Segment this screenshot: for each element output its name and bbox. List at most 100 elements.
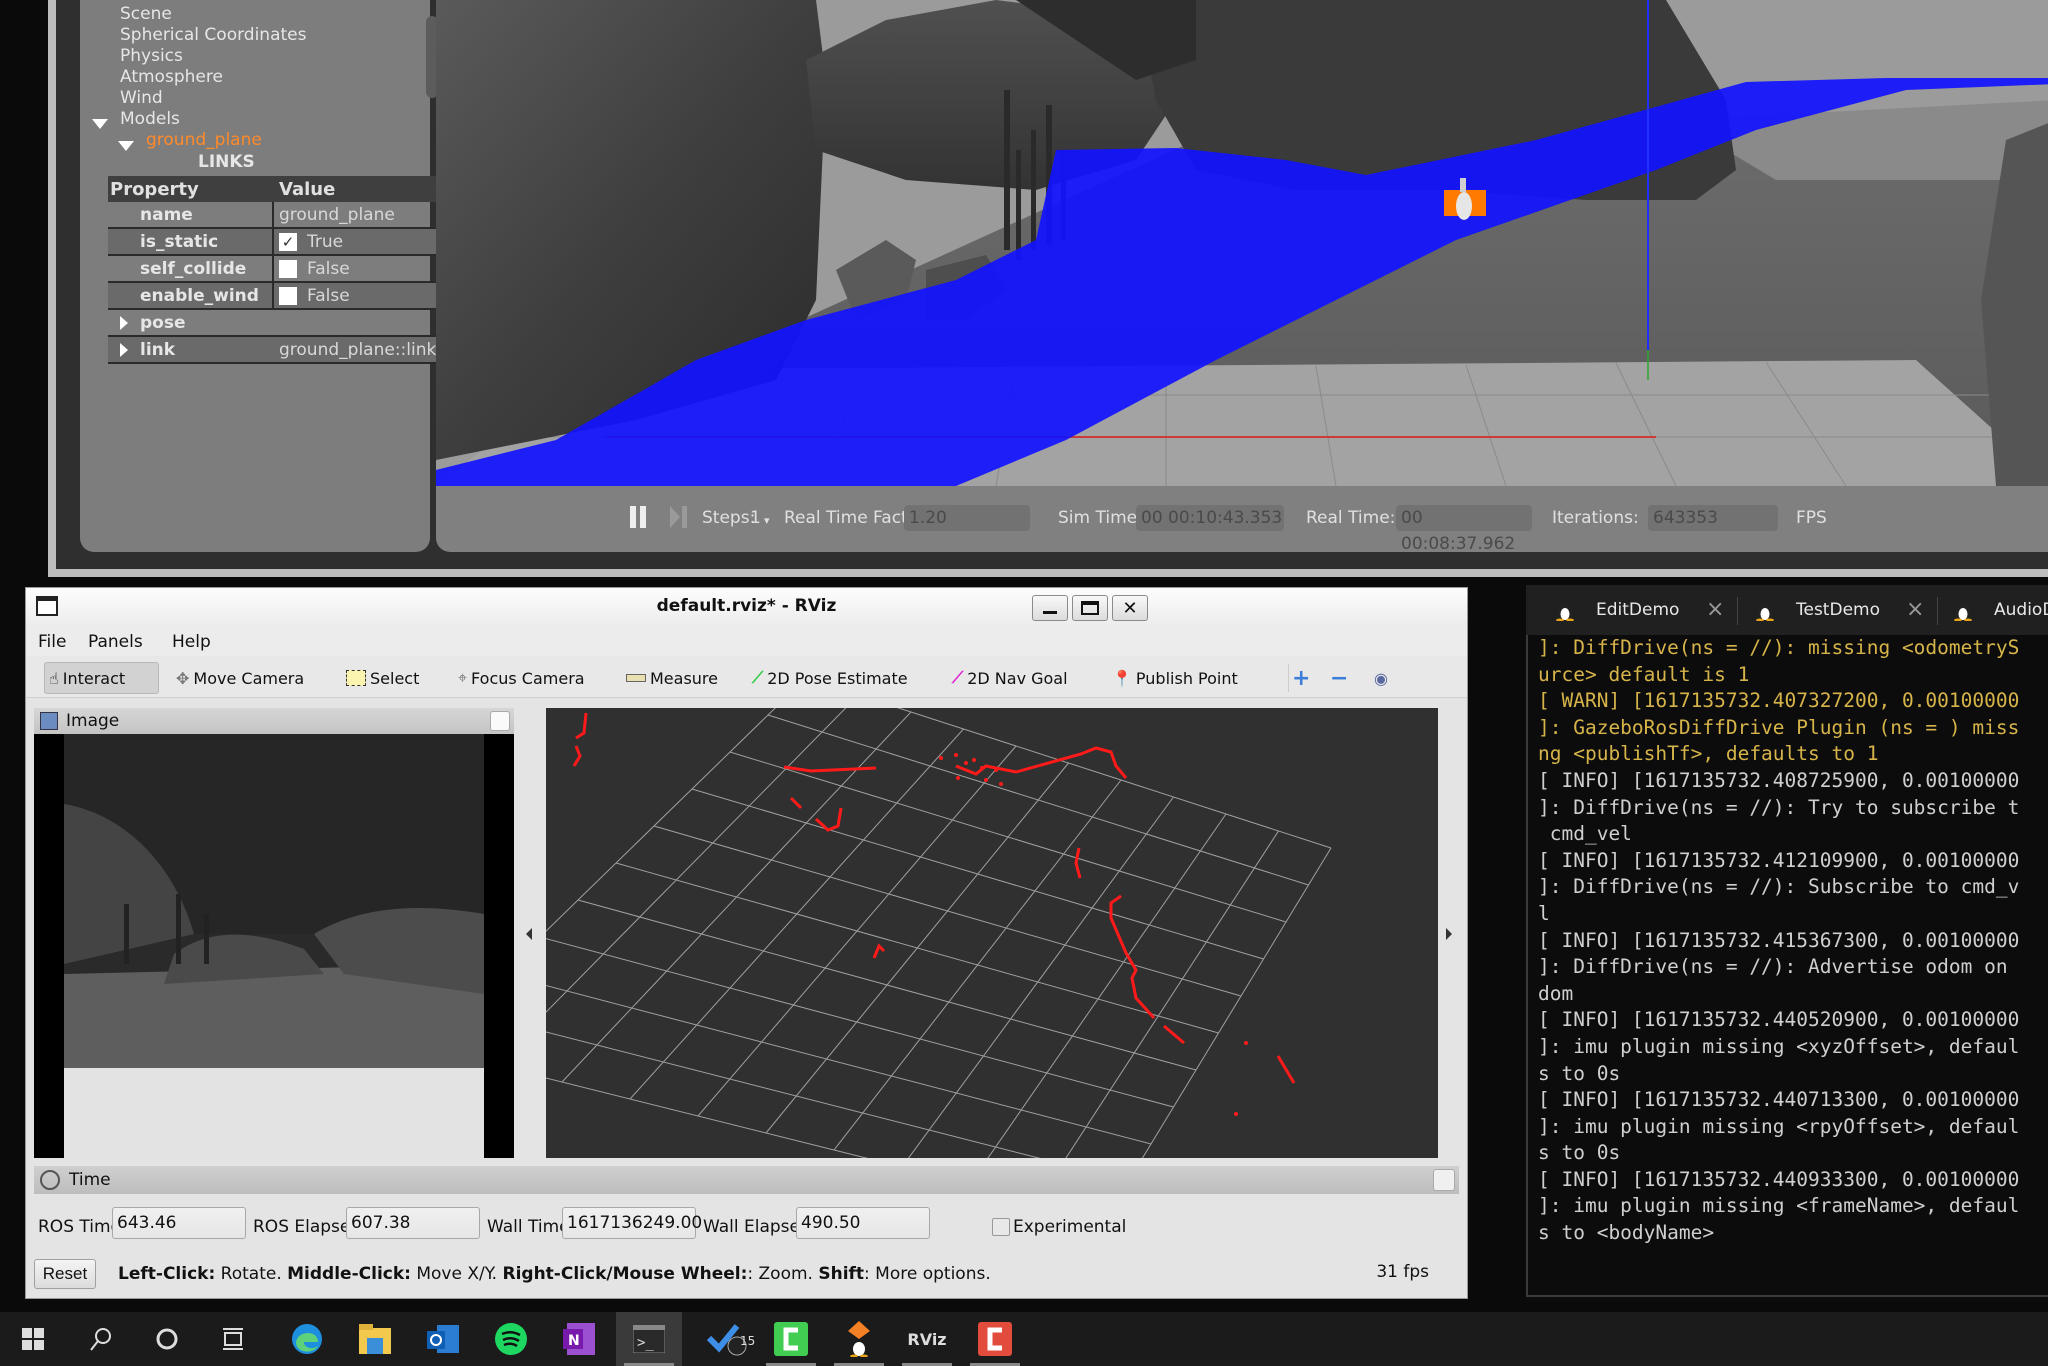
taskbar-file-explorer[interactable] xyxy=(342,1312,408,1366)
add-tool-button[interactable]: + xyxy=(1288,662,1314,694)
terminal-window: EditDemo × TestDemo × AudioDe ]: DiffDri… xyxy=(1526,585,2048,1301)
gazebo-3d-viewport[interactable] xyxy=(436,0,2048,486)
menu-panels[interactable]: Panels xyxy=(88,632,143,652)
close-tab-icon[interactable]: × xyxy=(1706,597,1724,622)
minimize-button[interactable] xyxy=(1032,595,1068,621)
tab-label: AudioDe xyxy=(1994,600,2048,620)
close-button[interactable]: ✕ xyxy=(1112,595,1148,621)
minus-icon: − xyxy=(1330,665,1349,691)
pause-icon-bar[interactable] xyxy=(640,506,646,528)
property-key: name xyxy=(108,202,274,227)
taskbar-rviz[interactable]: RViz xyxy=(894,1312,960,1366)
tree-item-spherical-coordinates[interactable]: Spherical Coordinates xyxy=(120,25,306,45)
tab-separator xyxy=(1737,597,1738,625)
task-view-button[interactable] xyxy=(200,1312,266,1366)
close-tab-icon[interactable]: × xyxy=(1906,597,1924,622)
log-line: ]: imu plugin missing <rpyOffset>, defau… xyxy=(1538,1114,2020,1138)
select-tool[interactable]: Select xyxy=(342,662,423,694)
collapse-right-icon[interactable] xyxy=(1446,928,1452,940)
log-line: ]: DiffDrive(ns = //): Subscribe to cmd_… xyxy=(1538,875,2020,899)
log-line: [ INFO] [1617135732.415367300, 0.0010000… xyxy=(1538,928,2020,952)
property-row-pose[interactable]: pose xyxy=(108,310,441,337)
expand-ground-plane-icon[interactable] xyxy=(118,141,134,151)
taskbar-onenote[interactable]: N xyxy=(546,1312,612,1366)
hint-move: Move X/Y. xyxy=(410,1264,503,1284)
experimental-checkbox[interactable] xyxy=(992,1218,1010,1236)
log-line: ng <publishTf>, defaults to 1 xyxy=(1538,742,1879,766)
nav-goal-tool[interactable]: ⟋ 2D Nav Goal xyxy=(948,662,1072,694)
hint-zoom: : Zoom. xyxy=(747,1264,819,1284)
taskbar-terminal[interactable]: >_ xyxy=(616,1312,682,1366)
ros-elapsed-field[interactable]: 607.38 xyxy=(346,1207,480,1239)
scan-point xyxy=(954,753,958,757)
expand-pose-icon[interactable] xyxy=(120,315,128,330)
tree-item-wind[interactable]: Wind xyxy=(120,88,163,108)
rviz-grid xyxy=(546,708,1332,1158)
time-panel-header[interactable]: Time xyxy=(34,1166,1459,1194)
tree-item-physics[interactable]: Physics xyxy=(120,46,183,66)
scan-point xyxy=(939,756,943,760)
tree-item-scene[interactable]: Scene xyxy=(120,4,172,24)
reset-button[interactable]: Reset xyxy=(34,1259,96,1289)
fps-label: FPS xyxy=(1796,508,1827,528)
cortana-button[interactable] xyxy=(134,1312,200,1366)
tree-item-ground-plane[interactable]: ground_plane xyxy=(146,130,262,150)
tab-editdemo[interactable]: EditDemo xyxy=(1556,585,1679,635)
taskbar-edge[interactable] xyxy=(274,1312,340,1366)
tree-item-atmosphere[interactable]: Atmosphere xyxy=(120,67,223,87)
interact-tool[interactable]: ☝ Interact xyxy=(44,662,159,694)
taskbar-qt-creator[interactable] xyxy=(758,1312,824,1366)
svg-text:N: N xyxy=(568,1333,580,1349)
expand-link-icon[interactable] xyxy=(120,342,128,357)
focus-camera-tool[interactable]: ⌖ Focus Camera xyxy=(454,662,589,694)
steps-dropdown-icon[interactable]: ▾ xyxy=(764,514,770,527)
rviz-titlebar[interactable]: default.rviz* - RViz ✕ xyxy=(26,588,1467,626)
step-icon-bar[interactable] xyxy=(682,506,687,528)
publish-point-tool[interactable]: 📍 Publish Point xyxy=(1108,662,1242,694)
property-value: False xyxy=(274,283,441,308)
minimize-icon xyxy=(1043,610,1057,614)
measure-tool[interactable]: Measure xyxy=(622,662,722,694)
scan-segment xyxy=(1109,894,1156,1020)
tree-item-models[interactable]: Models xyxy=(120,109,180,129)
terminal-output[interactable]: ]: DiffDrive(ns = //): missing <odometry… xyxy=(1526,635,2048,1297)
start-button[interactable] xyxy=(0,1312,66,1366)
search-button[interactable] xyxy=(68,1312,134,1366)
wall-elapsed-field[interactable]: 490.50 xyxy=(796,1207,930,1239)
hint-right-click: Right-Click/Mouse Wheel: xyxy=(502,1264,748,1284)
taskbar-spotify[interactable] xyxy=(478,1312,544,1366)
is-static-checkbox[interactable]: ✓ xyxy=(279,232,297,251)
wall-time-field[interactable]: 1617136249.00 xyxy=(562,1207,702,1239)
pause-icon[interactable] xyxy=(630,506,636,528)
step-icon[interactable] xyxy=(670,506,680,528)
scan-segment xyxy=(872,943,886,959)
window-title: default.rviz* - RViz xyxy=(656,596,837,616)
taskbar-gazebo[interactable] xyxy=(826,1312,892,1366)
remove-tool-button[interactable]: − xyxy=(1326,662,1352,694)
enable-wind-checkbox[interactable] xyxy=(279,286,297,305)
menu-help[interactable]: Help xyxy=(172,632,211,652)
taskbar-todo[interactable]: 15 xyxy=(694,1312,760,1366)
taskbar-camtasia[interactable] xyxy=(962,1312,1028,1366)
taskbar-outlook[interactable] xyxy=(410,1312,476,1366)
menu-file[interactable]: File xyxy=(38,632,66,652)
tab-testdemo[interactable]: TestDemo xyxy=(1756,585,1880,635)
ros-time-field[interactable]: 643.46 xyxy=(112,1207,246,1239)
image-panel-float-button[interactable] xyxy=(490,711,510,731)
time-panel-float-button[interactable] xyxy=(1433,1169,1455,1191)
maximize-button[interactable] xyxy=(1072,595,1108,621)
collapse-left-icon[interactable] xyxy=(526,928,532,940)
camtasia-icon xyxy=(978,1322,1012,1356)
tool-properties-button[interactable]: ◉ xyxy=(1370,662,1392,694)
grid-line xyxy=(546,985,1152,1145)
self-collide-checkbox[interactable] xyxy=(279,259,297,278)
is-static-value: True xyxy=(307,231,344,252)
rviz-3d-view[interactable] xyxy=(546,708,1438,1158)
image-panel-header[interactable]: Image xyxy=(34,708,514,734)
expand-models-icon[interactable] xyxy=(92,119,108,129)
steps-value[interactable]: 1 xyxy=(750,508,761,528)
tab-audiodemo[interactable]: AudioDe xyxy=(1954,585,2048,635)
property-row-link[interactable]: link ground_plane::link xyxy=(108,337,441,364)
move-camera-tool[interactable]: ✥ Move Camera xyxy=(172,662,308,694)
pose-estimate-tool[interactable]: ⟋ 2D Pose Estimate xyxy=(748,662,912,694)
